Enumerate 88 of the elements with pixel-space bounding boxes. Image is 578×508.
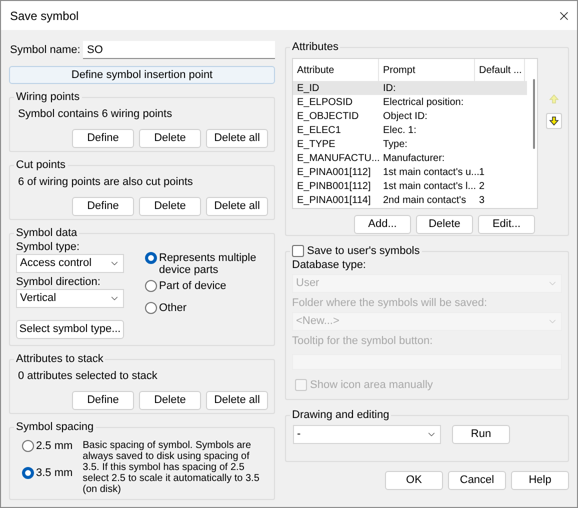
window-title: Save symbol	[10, 8, 79, 24]
group-title: Symbol data	[16, 227, 78, 239]
table-cell: E_PINA001[112]	[297, 166, 371, 178]
push-button[interactable]: Select symbol type...	[16, 320, 124, 339]
push-button[interactable]: Delete	[416, 215, 473, 234]
push-button[interactable]: Edit...	[478, 215, 535, 234]
table-cell: 1st main contact's u...	[383, 166, 480, 178]
group-title: Symbol spacing	[16, 421, 94, 433]
scrollbar[interactable]	[533, 79, 535, 149]
dropdown[interactable]: -	[293, 425, 441, 444]
group-text: Symbol contains 6 wiring points	[18, 107, 174, 122]
table-cell: 1st main contact's l...	[383, 180, 476, 192]
push-button[interactable]: Run	[452, 425, 510, 444]
radio-label: Other	[159, 302, 188, 314]
table-cell: 2	[479, 180, 485, 192]
up-arrow-icon	[549, 94, 559, 104]
push-button[interactable]: Define	[72, 128, 134, 148]
group-title: Cut points	[16, 159, 66, 171]
table-cell: Manufacturer:	[383, 152, 445, 164]
field-label: Folder where the symbols will be saved:	[292, 296, 488, 310]
table-cell: E_ELEC1	[297, 124, 341, 136]
radio-button[interactable]	[145, 302, 157, 314]
checkbox-label: Save to user's symbols	[307, 244, 420, 258]
field-label: Symbol type:	[16, 240, 81, 254]
radio-label: Part of device	[159, 280, 228, 292]
group-title: Attributes	[292, 41, 338, 53]
push-button[interactable]: Delete all	[206, 390, 268, 410]
group-title: Attributes to stack	[16, 353, 104, 365]
down-arrow-icon	[549, 116, 559, 126]
push-button[interactable]: Delete	[139, 390, 201, 410]
table-cell: E_PINB001[112]	[297, 180, 371, 192]
group-title: Wiring points	[16, 91, 80, 103]
list-row[interactable]: E_MANUFACTU... Manufacturer:	[293, 151, 527, 165]
radio-label: Represents multiple device parts	[159, 252, 258, 276]
list-row[interactable]: E_OBJECTID Object ID:	[293, 109, 527, 123]
push-button[interactable]: Define	[72, 196, 134, 216]
field-label: Symbol direction:	[16, 275, 102, 289]
list-row[interactable]: E_ELPOSID Electrical position:	[293, 95, 527, 109]
dropdown[interactable]: Access control	[16, 254, 124, 273]
table-cell: Type:	[383, 138, 408, 150]
insertion-point-button[interactable]: Define symbol insertion point	[9, 66, 275, 84]
table-cell: E_MANUFACTU...	[297, 152, 380, 164]
symbol-name-field[interactable]: SO	[83, 41, 275, 59]
spacing-description: Basic spacing of symbol. Symbols are always saved to disk using spacing of 3.5. If this symbol has spacing of 2.5 select 2.5 to scale it automatically to 3.5 (on disk)	[82, 440, 260, 495]
table-cell: E_ELPOSID	[297, 96, 353, 108]
radio-button[interactable]	[22, 466, 34, 479]
dropdown[interactable]: Vertical	[16, 289, 124, 308]
radio-label: 3.5 mm	[36, 466, 73, 480]
push-button[interactable]: Delete	[139, 128, 201, 148]
push-button[interactable]: OK	[385, 471, 443, 490]
checkbox[interactable]	[292, 245, 304, 257]
table-cell: Object ID:	[383, 110, 428, 122]
field-label: Database type:	[292, 258, 367, 272]
push-button[interactable]: Define	[72, 390, 134, 410]
list-row[interactable]: E_PINA001[112] 1st main contact's u...1	[293, 165, 527, 179]
list-row[interactable]: E_PINB001[112] 1st main contact's l... 2	[293, 179, 527, 193]
list-row[interactable]: E_ID ID:	[293, 81, 527, 95]
push-button[interactable]: Help	[511, 471, 569, 490]
table-cell: E_ID	[297, 82, 320, 94]
radio-button[interactable]	[145, 280, 157, 292]
radio-button[interactable]	[22, 440, 34, 452]
push-button[interactable]: Add...	[354, 215, 411, 234]
list-row[interactable]: E_TYPE Type:	[293, 137, 527, 151]
table-cell: Electrical position:	[383, 96, 464, 108]
table-cell: E_TYPE	[297, 138, 336, 150]
group-text: 6 of wiring points are also cut points	[18, 175, 194, 190]
field-label: Tooltip for the symbol button:	[292, 334, 434, 348]
table-cell: 1	[479, 166, 485, 178]
table-cell: E_OBJECTID	[297, 110, 359, 122]
push-button[interactable]: Cancel	[448, 471, 506, 490]
radio-label: 2.5 mm	[36, 439, 73, 454]
group-text: 0 attributes selected to stack	[18, 369, 158, 384]
push-button[interactable]: Delete	[139, 196, 201, 216]
checkbox[interactable]	[295, 379, 307, 392]
table-cell: Elec. 1:	[383, 124, 416, 136]
group-title: Drawing and editing	[292, 409, 390, 421]
list-row[interactable]: E_ELEC1 Elec. 1:	[293, 123, 527, 137]
table-cell: ID:	[383, 82, 396, 94]
table-cell: E_PINA001[114]	[297, 194, 371, 206]
push-button[interactable]: Delete all	[206, 128, 268, 148]
radio-button[interactable]	[145, 252, 157, 264]
checkbox-label: Show icon area manually	[310, 378, 433, 393]
field-label: Symbol name:	[9, 42, 82, 58]
push-button[interactable]: Delete all	[206, 196, 268, 216]
table-cell: 2nd main contact's	[383, 194, 466, 206]
list-row[interactable]: E_PINA001[114] 2nd main contact's 3	[293, 193, 527, 207]
table-cell: 3	[479, 194, 485, 206]
move-down-button[interactable]	[546, 113, 562, 129]
